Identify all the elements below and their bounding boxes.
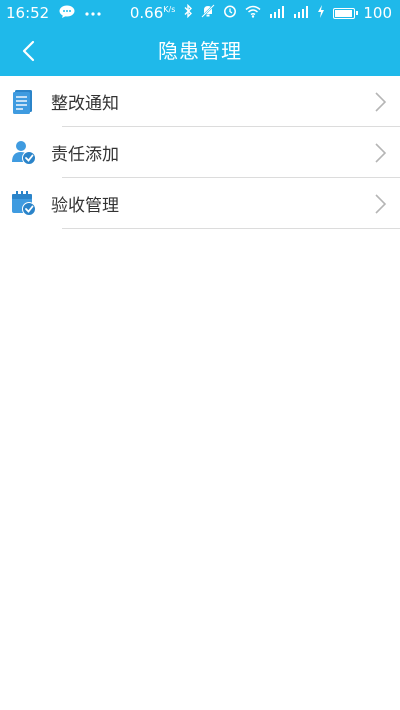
more-dots-icon bbox=[85, 7, 101, 20]
chevron-right-icon bbox=[374, 91, 388, 113]
status-time: 16:52 bbox=[6, 4, 50, 22]
menu-item-label: 验收管理 bbox=[51, 196, 119, 216]
signal-icon bbox=[269, 4, 285, 22]
battery-icon bbox=[333, 7, 359, 19]
user-check-icon bbox=[11, 139, 37, 166]
network-speed-unit: K/s bbox=[163, 5, 176, 14]
document-icon bbox=[11, 88, 37, 115]
divider bbox=[62, 228, 400, 229]
chevron-right-icon bbox=[374, 142, 388, 164]
menu-item-rectification-notice[interactable]: 整改通知 bbox=[0, 76, 400, 127]
wifi-icon bbox=[245, 4, 261, 22]
app-header: 隐患管理 bbox=[0, 26, 400, 76]
mute-icon bbox=[201, 4, 216, 22]
battery-text: 100 bbox=[363, 4, 392, 22]
menu-item-acceptance-management[interactable]: 验收管理 bbox=[0, 178, 400, 229]
bluetooth-icon bbox=[183, 3, 193, 22]
signal-icon bbox=[293, 4, 309, 22]
menu-item-responsibility-add[interactable]: 责任添加 bbox=[0, 127, 400, 178]
menu-item-label: 整改通知 bbox=[51, 94, 119, 114]
menu-item-label: 责任添加 bbox=[51, 145, 119, 165]
alarm-icon bbox=[223, 4, 237, 22]
charging-icon bbox=[317, 4, 325, 22]
chat-bubble-icon bbox=[59, 5, 75, 22]
battery-fill bbox=[335, 9, 353, 17]
network-speed: 0.66K/s bbox=[130, 4, 176, 22]
network-speed-value: 0.66 bbox=[129, 4, 164, 22]
chevron-right-icon bbox=[374, 193, 388, 215]
status-bar: 16:52 0.66K/s 100 bbox=[0, 0, 400, 26]
calendar-check-icon bbox=[11, 190, 37, 217]
page-title: 隐患管理 bbox=[158, 39, 242, 63]
menu-list: 整改通知 责任添加 验收管理 bbox=[0, 76, 400, 229]
